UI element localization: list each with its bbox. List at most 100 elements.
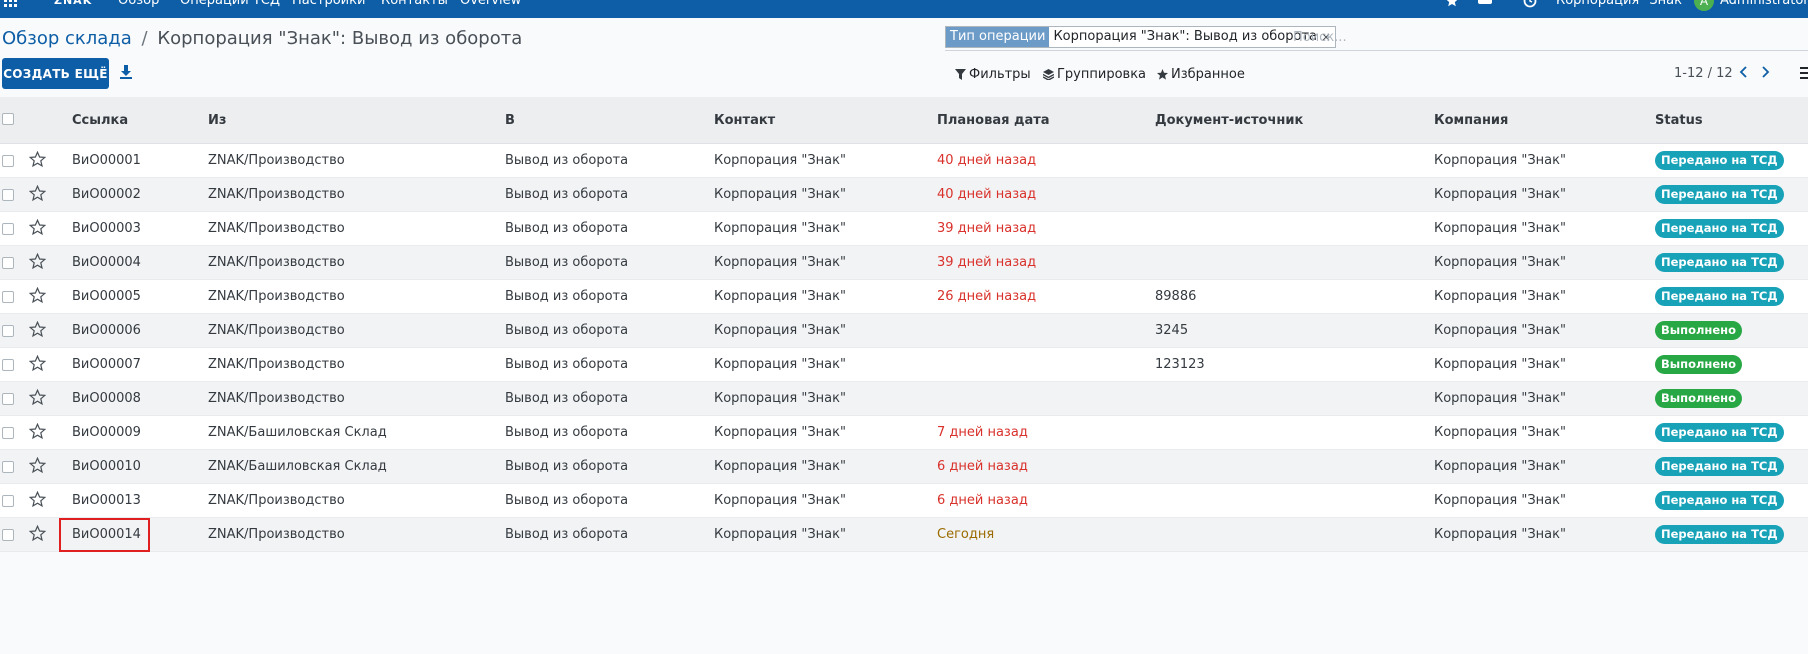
favorite-star-icon[interactable] xyxy=(28,388,47,406)
filter-icon xyxy=(955,69,966,80)
row-checkbox[interactable] xyxy=(2,461,14,473)
nav-item-settings[interactable]: Настройки xyxy=(292,0,365,8)
company-switcher[interactable]: Корпорация "Знак" xyxy=(1556,0,1688,8)
filters-button[interactable]: Фильтры xyxy=(955,67,1031,82)
row-checkbox[interactable] xyxy=(2,359,14,371)
download-icon[interactable] xyxy=(119,64,133,80)
favorite-star-icon[interactable] xyxy=(28,218,47,236)
cell-source-document: 89886 xyxy=(1155,289,1197,304)
table-row[interactable]: ВиО00008 ZNAK/Производство Вывод из оборот… xyxy=(0,382,1808,416)
row-checkbox[interactable] xyxy=(2,223,14,235)
pager-value[interactable]: 1-12 / 12 xyxy=(1674,66,1733,81)
list-view-icon[interactable] xyxy=(1800,66,1808,80)
nav-item-tsd-operations[interactable]: Операции ТСД xyxy=(180,0,280,8)
table-row[interactable]: ВиО00014 ZNAK/Производство Вывод из оборот… xyxy=(0,518,1808,552)
nav-item-contacts[interactable]: Контакты xyxy=(381,0,448,8)
favorite-star-icon[interactable] xyxy=(28,320,47,338)
cell-scheduled-date: 26 дней назад xyxy=(937,289,1037,304)
search-input[interactable] xyxy=(1293,26,1773,48)
cell-scheduled-date: 6 дней назад xyxy=(937,459,1028,474)
favorite-star-icon[interactable] xyxy=(28,354,47,372)
user-avatar[interactable]: A xyxy=(1694,0,1714,11)
favorite-star-icon[interactable] xyxy=(28,490,47,508)
status-badge: Выполнено xyxy=(1655,321,1743,340)
user-menu[interactable]: Administrator xyxy=(1720,0,1808,8)
nav-item-overview[interactable]: Обзор xyxy=(118,0,159,8)
create-button[interactable]: СОЗДАТЬ ЕЩЁ xyxy=(2,58,109,89)
table-row[interactable]: ВиО00005 ZNAK/Производство Вывод из оборот… xyxy=(0,280,1808,314)
cell-from: ZNAK/Производство xyxy=(208,493,345,508)
table-row[interactable]: ВиО00007 ZNAK/Производство Вывод из оборот… xyxy=(0,348,1808,382)
pager-next-icon[interactable] xyxy=(1758,64,1772,80)
activity-clock-icon[interactable] xyxy=(1523,0,1537,8)
cell-reference: ВиО00006 xyxy=(72,323,141,338)
cell-from: ZNAK/Производство xyxy=(208,187,345,202)
row-checkbox[interactable] xyxy=(2,495,14,507)
favorite-star-icon[interactable] xyxy=(28,286,47,304)
cell-to: Вывод из оборота xyxy=(505,153,629,168)
cell-contact: Корпорация "Знак" xyxy=(714,153,846,168)
favorite-star-icon[interactable] xyxy=(28,252,47,270)
cell-to: Вывод из оборота xyxy=(505,459,629,474)
cell-reference: ВиО00010 xyxy=(72,459,141,474)
row-checkbox[interactable] xyxy=(2,529,14,541)
cell-to: Вывод из оборота xyxy=(505,323,629,338)
group-by-button[interactable]: Группировка xyxy=(1043,67,1146,82)
row-checkbox[interactable] xyxy=(2,325,14,337)
row-checkbox[interactable] xyxy=(2,427,14,439)
chat-icon[interactable] xyxy=(1478,0,1500,8)
table-row[interactable]: ВиО00002 ZNAK/Производство Вывод из оборот… xyxy=(0,178,1808,212)
table-row[interactable]: ВиО00004 ZNAK/Производство Вывод из оборот… xyxy=(0,246,1808,280)
cell-contact: Корпорация "Знак" xyxy=(714,289,846,304)
row-checkbox[interactable] xyxy=(2,155,14,167)
row-checkbox[interactable] xyxy=(2,291,14,303)
cell-reference: ВиО00005 xyxy=(72,289,141,304)
cell-contact: Корпорация "Знак" xyxy=(714,187,846,202)
header-scheduled-date[interactable]: Плановая дата xyxy=(937,113,1050,128)
cell-company: Корпорация "Знак" xyxy=(1434,459,1566,474)
favorites-button[interactable]: Избранное xyxy=(1157,67,1245,82)
cell-scheduled-date: 40 дней назад xyxy=(937,153,1037,168)
header-source-document[interactable]: Документ-источник xyxy=(1155,113,1303,128)
table-row[interactable]: ВиО00006 ZNAK/Производство Вывод из оборот… xyxy=(0,314,1808,348)
pager-previous-icon[interactable] xyxy=(1737,64,1751,80)
cell-from: ZNAK/Производство xyxy=(208,289,345,304)
header-contact[interactable]: Контакт xyxy=(714,113,775,128)
favorite-star-icon[interactable] xyxy=(28,456,47,474)
cell-contact: Корпорация "Знак" xyxy=(714,493,846,508)
favorite-star-icon[interactable] xyxy=(28,150,47,168)
row-checkbox[interactable] xyxy=(2,189,14,201)
status-badge: Передано на ТСД xyxy=(1655,457,1784,476)
cell-reference: ВиО00008 xyxy=(72,391,141,406)
select-all-checkbox[interactable] xyxy=(2,113,14,125)
header-from[interactable]: Из xyxy=(208,113,226,128)
favorite-star-icon[interactable] xyxy=(28,184,47,202)
table-row[interactable]: ВиО00001 ZNAK/Производство Вывод из оборот… xyxy=(0,144,1808,178)
table-row[interactable]: ВиО00010 ZNAK/Башиловская Склад Вывод из о… xyxy=(0,450,1808,484)
header-status[interactable]: Status xyxy=(1655,113,1703,128)
group-by-label: Группировка xyxy=(1057,67,1147,82)
cell-scheduled-date: 6 дней назад xyxy=(937,493,1028,508)
row-checkbox[interactable] xyxy=(2,393,14,405)
cell-company: Корпорация "Знак" xyxy=(1434,221,1566,236)
table-row[interactable]: ВиО00009 ZNAK/Башиловская Склад Вывод из о… xyxy=(0,416,1808,450)
brand-logo[interactable]: ZNAK xyxy=(54,0,106,8)
header-reference[interactable]: Ссылка xyxy=(72,113,128,128)
status-badge: Передано на ТСД xyxy=(1655,151,1784,170)
cell-company: Корпорация "Знак" xyxy=(1434,357,1566,372)
table-row[interactable]: ВиО00013 ZNAK/Производство Вывод из оборот… xyxy=(0,484,1808,518)
cell-to: Вывод из оборота xyxy=(505,425,629,440)
table-row[interactable]: ВиО00003 ZNAK/Производство Вывод из оборот… xyxy=(0,212,1808,246)
cell-from: ZNAK/Башиловская Склад xyxy=(208,425,387,440)
header-company[interactable]: Компания xyxy=(1434,113,1508,128)
nav-item-overview-en[interactable]: Overview xyxy=(460,0,521,8)
header-to[interactable]: В xyxy=(505,113,515,128)
cell-from: ZNAK/Производство xyxy=(208,153,345,168)
favorite-star-icon[interactable] xyxy=(28,524,47,542)
apps-grid-icon[interactable] xyxy=(4,0,18,8)
favorites-label: Избранное xyxy=(1171,67,1245,82)
star-shortcut-icon[interactable] xyxy=(1445,0,1459,8)
breadcrumb-parent-link[interactable]: Обзор склада xyxy=(2,28,132,49)
row-checkbox[interactable] xyxy=(2,257,14,269)
favorite-star-icon[interactable] xyxy=(28,422,47,440)
